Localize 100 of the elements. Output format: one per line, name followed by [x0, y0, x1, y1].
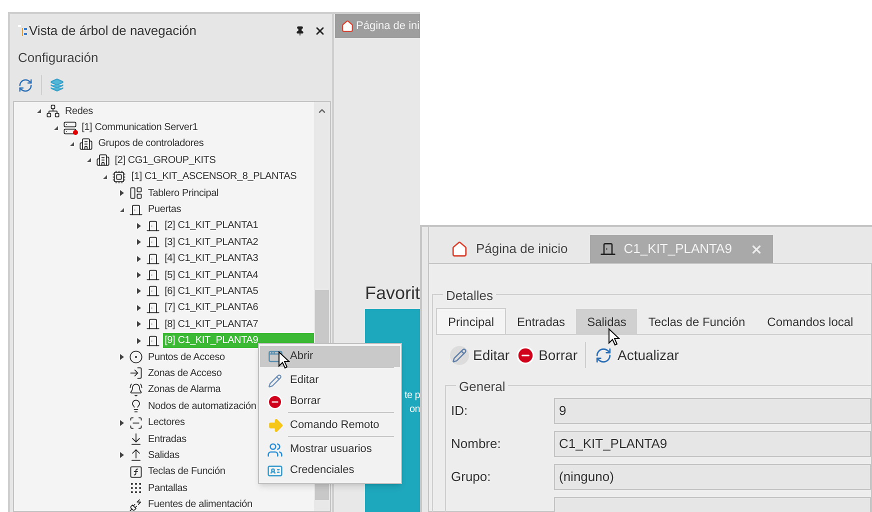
tree-item[interactable]: Fuentes de alimentación — [146, 497, 254, 511]
refresh-icon[interactable] — [18, 78, 33, 92]
collapsed-arrow-icon[interactable] — [134, 238, 143, 246]
mouse-pointer-icon — [608, 328, 620, 346]
tab[interactable]: Principal — [436, 308, 506, 334]
tree-item[interactable]: Tablero Principal — [146, 186, 221, 201]
tree-item[interactable]: [1] C1_KIT_ASCENSOR_8_PLANTAS — [129, 169, 299, 184]
toolbar-button[interactable]: Editar — [450, 344, 510, 366]
pencil-icon — [452, 348, 467, 362]
tree-item[interactable]: [7] C1_KIT_PLANTA6 — [162, 300, 260, 316]
tree-item[interactable]: Salidas — [146, 448, 182, 463]
door-icon — [146, 334, 160, 348]
download-arrow-icon — [129, 432, 143, 446]
entry-icon — [129, 366, 143, 380]
door-icon — [146, 218, 160, 233]
tree-item[interactable]: Entradas — [146, 432, 188, 446]
expanded-arrow-icon[interactable] — [35, 107, 43, 116]
collapsed-arrow-icon[interactable] — [118, 451, 126, 460]
network-icon — [46, 104, 60, 118]
tree-item[interactable]: [2] CG1_GROUP_KITS — [112, 152, 218, 168]
tree-item[interactable]: Puertas — [146, 202, 184, 218]
tree-item[interactable]: Teclas de Función — [146, 464, 228, 480]
tree-item[interactable]: [8] C1_KIT_PLANTA7 — [162, 316, 260, 332]
door-icon — [146, 235, 160, 250]
tree-item[interactable]: [1] Communication Server1 — [80, 120, 200, 136]
refresh-icon — [595, 346, 612, 364]
door-icon — [600, 241, 616, 257]
collapsed-arrow-icon[interactable] — [134, 287, 143, 296]
tree-item[interactable]: Puntos de Acceso — [146, 350, 227, 365]
tree-item[interactable]: Zonas de Acceso — [146, 366, 224, 381]
menu-item[interactable]: Comando Remoto — [260, 412, 400, 436]
plug-icon — [129, 498, 143, 511]
mouse-pointer-icon — [278, 351, 290, 369]
scroll-up-icon[interactable] — [317, 106, 327, 116]
tree-item[interactable]: [2] C1_KIT_PLANTA1 — [162, 218, 260, 234]
collapsed-arrow-icon[interactable] — [118, 353, 126, 362]
home-icon — [341, 20, 354, 32]
tree-view-icon — [18, 25, 28, 37]
chip-icon — [112, 170, 126, 184]
collapsed-arrow-icon[interactable] — [134, 320, 143, 328]
door-icon — [146, 268, 160, 282]
menu-item[interactable]: Credenciales — [260, 460, 400, 481]
tree-item[interactable]: Nodos de automatización — [146, 398, 258, 414]
toolbar-button[interactable]: Borrar — [516, 344, 578, 366]
collapsed-arrow-icon[interactable] — [118, 189, 126, 198]
collapsed-arrow-icon[interactable] — [118, 418, 126, 427]
panel-icon — [129, 186, 143, 200]
menu-item[interactable]: Abrir — [260, 346, 400, 367]
card-text: te p — [404, 389, 420, 403]
tree-item[interactable]: [5] C1_KIT_PLANTA4 — [162, 268, 260, 283]
pencil-icon — [268, 374, 282, 388]
document-tab[interactable]: Página de inicio — [441, 235, 578, 263]
expanded-arrow-icon[interactable] — [52, 124, 60, 132]
tab[interactable]: Teclas de Función — [637, 309, 756, 334]
text-field[interactable]: (ninguno) — [554, 464, 871, 490]
dot-grid-icon — [129, 481, 143, 496]
bell-icon — [129, 382, 143, 397]
expanded-arrow-icon[interactable] — [101, 172, 110, 181]
tree-item[interactable]: Zonas de Alarma — [146, 382, 223, 398]
pin-icon[interactable] — [295, 26, 305, 36]
tree-item[interactable]: [4] C1_KIT_PLANTA3 — [162, 251, 260, 266]
window-icon — [268, 349, 282, 364]
field-label: Nombre: — [451, 435, 502, 454]
tab[interactable]: Entradas — [506, 309, 576, 334]
menu-item[interactable]: Editar — [260, 367, 400, 391]
tab[interactable]: Comandos local — [756, 309, 864, 334]
circle-icon — [129, 350, 143, 364]
section-heading: Configuración — [18, 49, 98, 68]
arrow-right-icon — [266, 417, 284, 434]
expanded-arrow-icon[interactable] — [68, 140, 76, 148]
server-icon — [62, 120, 77, 135]
door-icon — [146, 317, 160, 332]
tree-item[interactable]: Lectores — [146, 415, 187, 430]
field-label: Grupo: — [451, 468, 492, 486]
collapsed-arrow-icon[interactable] — [134, 336, 143, 345]
door-icon — [146, 300, 160, 315]
expanded-arrow-icon[interactable] — [84, 156, 93, 164]
text-field[interactable]: 9 — [554, 398, 871, 424]
menu-item[interactable]: Mostrar usuarios — [260, 436, 400, 460]
tree-item[interactable]: Pantallas — [146, 480, 190, 496]
id-card-icon — [267, 462, 283, 478]
building-icon — [96, 153, 110, 168]
collapsed-arrow-icon[interactable] — [134, 254, 143, 263]
tree-item[interactable]: Redes — [63, 104, 95, 119]
tree-item[interactable]: Grupos de controladores — [96, 136, 206, 152]
text-field[interactable]: C1_KIT_PLANTA9 — [554, 431, 871, 457]
menu-item[interactable]: Borrar — [260, 391, 400, 412]
collapsed-arrow-icon[interactable] — [134, 271, 143, 280]
favorites-heading: Favorit — [365, 282, 420, 305]
reader-icon — [129, 416, 143, 430]
expanded-arrow-icon[interactable] — [118, 206, 126, 214]
tree-item[interactable]: [6] C1_KIT_PLANTA5 — [162, 284, 260, 299]
building-icon — [79, 136, 94, 151]
collapsed-arrow-icon[interactable] — [134, 304, 143, 312]
lightbulb-icon — [129, 399, 143, 414]
collapsed-arrow-icon[interactable] — [134, 222, 143, 230]
tree-item[interactable]: [3] C1_KIT_PLANTA2 — [162, 234, 260, 250]
toolbar-button[interactable]: Actualizar — [585, 342, 679, 368]
delete-icon — [267, 394, 283, 410]
close-icon[interactable] — [314, 25, 326, 37]
